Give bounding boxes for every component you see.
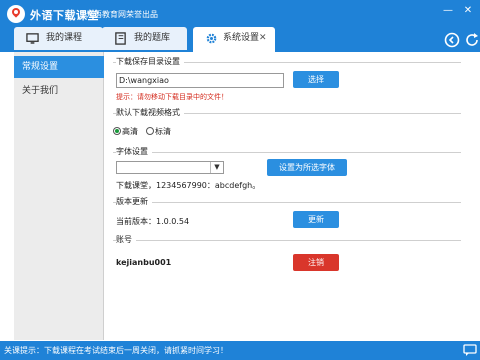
settings-content: 下载保存目录设置 D:\wangxiao 选择 提示：请勿移动下载目录中的文件！… — [104, 52, 480, 340]
tab-my-courses[interactable]: 我的课程 — [14, 27, 103, 50]
tab-label: 系统设置 — [223, 33, 260, 43]
tab-close-button[interactable]: ✕ — [259, 27, 267, 50]
section-title: 下载保存目录设置 — [116, 56, 184, 67]
section-title: 账号 — [116, 234, 136, 245]
account-section: 账号 kejianbu001 注销 — [113, 234, 461, 274]
font-preview: 下载课堂，1234567990：abcdefgh。 — [116, 181, 261, 190]
title-bar: 外语下载课堂 外语教育网荣誉出品 — ✕ — [0, 0, 480, 27]
back-icon[interactable] — [443, 31, 461, 49]
choose-path-button[interactable]: 选择 — [293, 71, 339, 88]
app-logo — [7, 5, 25, 23]
tab-label: 我的课程 — [46, 33, 83, 43]
section-title: 字体设置 — [116, 146, 152, 157]
update-button[interactable]: 更新 — [293, 211, 339, 228]
radio-label: 高清 — [122, 127, 138, 136]
minimize-button[interactable]: — — [440, 4, 456, 18]
logout-button[interactable]: 注销 — [293, 254, 339, 271]
radio-hd[interactable]: 高清 — [113, 126, 138, 137]
status-text: 关课提示：下载课程在考试结束后一周关闭，请抓紧时间学习！ — [4, 346, 228, 355]
download-path-input[interactable]: D:\wangxiao — [116, 73, 284, 88]
app-subtitle: 外语教育网荣誉出品 — [86, 10, 158, 19]
path-hint: 提示：请勿移动下载目录中的文件！ — [116, 93, 228, 101]
tab-label: 我的题库 — [134, 33, 171, 43]
sidebar-item-about[interactable]: 关于我们 — [14, 80, 104, 102]
radio-sd[interactable]: 标清 — [146, 126, 171, 137]
gear-icon — [206, 33, 217, 44]
monitor-icon — [26, 33, 39, 44]
download-path-section: 下载保存目录设置 D:\wangxiao 选择 提示：请勿移动下载目录中的文件！ — [113, 56, 461, 106]
radio-label: 标清 — [155, 127, 171, 136]
section-title: 版本更新 — [116, 196, 152, 207]
apply-font-button[interactable]: 设置为所选字体 — [267, 159, 347, 176]
nav-bar: 我的课程 我的题库 系统设置 ✕ — [0, 27, 480, 75]
tab-system-settings[interactable]: 系统设置 ✕ — [193, 27, 275, 52]
settings-sidebar: 常规设置 关于我们 — [14, 52, 104, 340]
chevron-down-icon[interactable]: ▼ — [210, 162, 223, 173]
section-title: 默认下载视频格式 — [116, 107, 184, 118]
version-section: 版本更新 当前版本：1.0.0.54 更新 — [113, 196, 461, 240]
book-icon — [115, 32, 126, 45]
radio-checked-icon — [113, 127, 121, 135]
video-format-section: 默认下载视频格式 高清 标清 — [113, 107, 461, 145]
radio-unchecked-icon — [146, 127, 154, 135]
current-version: 当前版本：1.0.0.54 — [116, 217, 190, 226]
account-username: kejianbu001 — [116, 258, 172, 267]
refresh-icon[interactable] — [463, 31, 480, 49]
font-section: 字体设置 ▼ 设置为所选字体 下载课堂，1234567990：abcdefgh。 — [113, 146, 461, 196]
chat-icon[interactable] — [463, 344, 477, 357]
sidebar-item-general[interactable]: 常规设置 — [14, 56, 104, 78]
status-bar: 关课提示：下载课程在考试结束后一周关闭，请抓紧时间学习！ — [0, 341, 480, 360]
font-select[interactable]: ▼ — [116, 161, 224, 174]
close-window-button[interactable]: ✕ — [460, 4, 476, 18]
tab-my-questions[interactable]: 我的题库 — [102, 27, 187, 50]
